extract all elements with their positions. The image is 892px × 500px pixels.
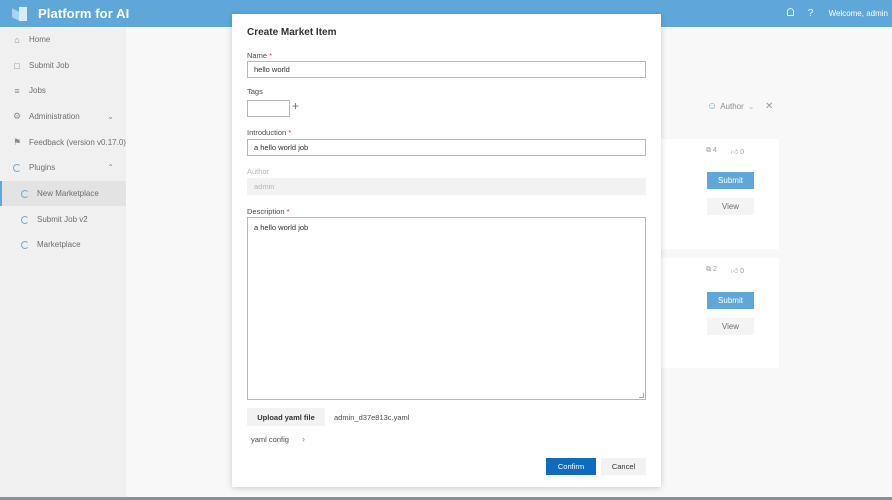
sidebar-item-label: New Marketplace <box>37 189 99 198</box>
author-filter[interactable]: ☺ Author ⌄ ✕ <box>707 101 773 112</box>
author-input: admin <box>247 178 646 195</box>
sidebar-item-label: Jobs <box>29 86 46 95</box>
name-input[interactable]: hello world <box>247 61 646 78</box>
chevron-down-icon: ⌄ <box>747 102 755 111</box>
author-label: Author <box>247 167 270 176</box>
uploaded-file-name: admin_d37e813c.yaml <box>334 413 410 422</box>
submit-job-icon: □ <box>14 60 20 71</box>
sidebar-item-label: Submit Job v2 <box>37 215 88 224</box>
sidebar-item-plugins[interactable]: Plugins ⌃ <box>0 155 126 180</box>
sidebar-item-home[interactable]: ⌂ Home <box>0 27 126 52</box>
close-icon[interactable]: ✕ <box>765 101 773 112</box>
upload-yaml-button[interactable]: Upload yaml file <box>247 408 325 426</box>
plugin-icon <box>20 189 30 199</box>
chevron-up-icon: ⌃ <box>107 163 114 172</box>
add-tag-icon[interactable]: + <box>292 99 299 113</box>
like-count: 👍︎ 0 <box>730 268 745 275</box>
help-icon[interactable]: ? <box>801 8 821 19</box>
sidebar-item-label: Plugins <box>29 163 56 172</box>
resize-handle[interactable] <box>639 393 644 398</box>
plugin-icon <box>12 163 22 173</box>
sidebar-item-label: Feedback (version v0.17.0) <box>29 138 126 147</box>
sidebar-item-label: Home <box>29 35 51 44</box>
card-submit-button[interactable]: Submit <box>707 292 754 309</box>
welcome-user[interactable]: Welcome, admin <box>829 9 888 18</box>
introduction-label: Introduction * <box>247 128 292 137</box>
gear-icon: ⚙ <box>12 111 22 121</box>
sidebar-item-submit-job[interactable]: □ Submit Job <box>0 53 126 78</box>
card-view-button[interactable]: View <box>707 198 754 215</box>
cancel-button[interactable]: Cancel <box>601 458 646 475</box>
logo-icon <box>12 6 28 21</box>
sidebar-item-marketplace[interactable]: Marketplace <box>0 232 126 257</box>
name-label: Name * <box>247 51 273 60</box>
market-item-card: ⧉ 2 👍︎ 0 Submit View <box>660 258 779 368</box>
description-textarea[interactable]: a hello world job <box>247 217 646 400</box>
tags-input[interactable] <box>247 100 290 117</box>
introduction-input[interactable]: a hello world job <box>247 139 646 156</box>
like-count: 👍︎ 0 <box>730 149 745 156</box>
dialog-title: Create Market Item <box>247 27 337 38</box>
list-icon: ≡ <box>14 85 20 96</box>
confirm-button[interactable]: Confirm <box>546 458 596 475</box>
plugin-icon <box>20 240 30 250</box>
app-title: Platform for AI <box>38 6 130 21</box>
description-label: Description * <box>247 207 290 216</box>
author-filter-label: Author <box>720 102 744 111</box>
sidebar-item-label: Administration <box>29 112 80 121</box>
sidebar-item-label: Submit Job <box>29 61 70 70</box>
card-submit-button[interactable]: Submit <box>707 172 754 189</box>
chevron-down-icon: ⌄ <box>107 112 114 121</box>
sidebar-item-administration[interactable]: ⚙ Administration ⌄ <box>0 104 126 129</box>
sidebar-item-label: Marketplace <box>37 240 81 249</box>
market-item-card: ⧉ 4 👍︎ 0 Submit View <box>660 139 779 249</box>
feedback-icon: ⚑ <box>12 137 22 147</box>
sidebar: ⌂ Home □ Submit Job ≡ Jobs ⚙ Administrat… <box>0 27 126 500</box>
create-market-item-dialog: Create Market Item Name * hello world Ta… <box>232 14 661 487</box>
yaml-config-toggle[interactable]: yaml config › <box>251 434 305 444</box>
copy-count: ⧉ 4 <box>706 147 717 154</box>
card-view-button[interactable]: View <box>707 318 754 335</box>
sidebar-item-feedback[interactable]: ⚑ Feedback (version v0.17.0) <box>0 130 126 155</box>
home-icon: ⌂ <box>14 34 20 45</box>
sidebar-item-submit-job-v2[interactable]: Submit Job v2 <box>0 207 126 232</box>
chevron-right-icon: › <box>301 434 305 444</box>
plugin-icon <box>20 215 30 225</box>
bell-icon[interactable] <box>781 8 801 19</box>
person-icon: ☺ <box>707 101 718 112</box>
sidebar-item-new-marketplace[interactable]: New Marketplace <box>0 181 126 206</box>
tags-label: Tags <box>247 87 263 96</box>
sidebar-item-jobs[interactable]: ≡ Jobs <box>0 78 126 103</box>
copy-count: ⧉ 2 <box>706 266 717 273</box>
